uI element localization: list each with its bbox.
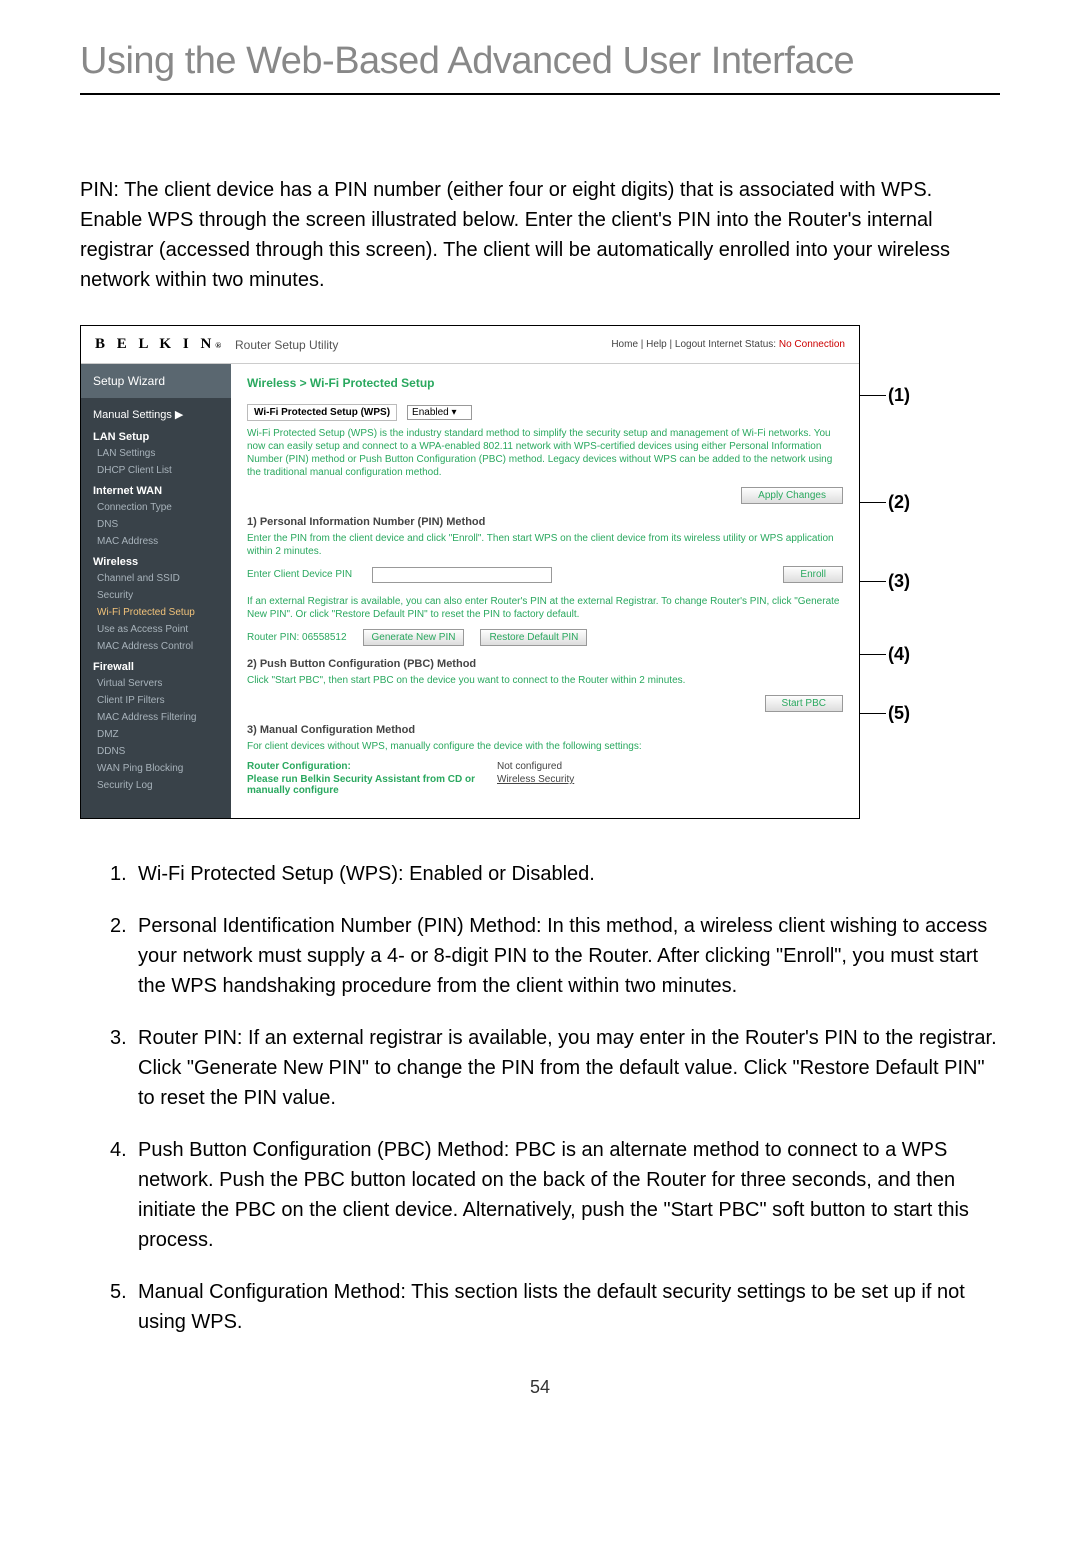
restore-pin-button[interactable]: Restore Default PIN: [480, 629, 587, 646]
sidebar-item[interactable]: Security Log: [81, 777, 231, 794]
pin-label: Enter Client Device PIN: [247, 569, 352, 580]
callout-4: (4): [888, 644, 910, 665]
generate-pin-button[interactable]: Generate New PIN: [363, 629, 465, 646]
pin-input[interactable]: [372, 567, 552, 583]
page-title: Using the Web-Based Advanced User Interf…: [80, 40, 1000, 83]
page-number: 54: [80, 1377, 1000, 1398]
sidebar-item[interactable]: WAN Ping Blocking: [81, 760, 231, 777]
wireless-security-link[interactable]: Wireless Security: [497, 774, 574, 796]
sidebar: Setup Wizard Manual Settings ▶ LAN Setup…: [81, 364, 231, 818]
sidebar-item[interactable]: DHCP Client List: [81, 462, 231, 479]
brand-logo: B E L K I N®: [95, 336, 235, 353]
enroll-button[interactable]: Enroll: [783, 566, 843, 583]
sidebar-item[interactable]: Connection Type: [81, 499, 231, 516]
sidebar-item[interactable]: DDNS: [81, 743, 231, 760]
utility-title: Router Setup Utility: [235, 338, 611, 352]
section3-title: 3) Manual Configuration Method: [247, 724, 843, 736]
list-item: 4.Push Button Configuration (PBC) Method…: [110, 1135, 1000, 1255]
list-item: 2.Personal Identification Number (PIN) M…: [110, 911, 1000, 1001]
breadcrumb: Wireless > Wi-Fi Protected Setup: [247, 376, 843, 390]
router-pin-label: Router PIN: 06558512: [247, 632, 347, 643]
sidebar-firewall-header: Firewall: [81, 655, 231, 675]
status-no-connection: No Connection: [779, 339, 845, 350]
sidebar-item[interactable]: MAC Address Filtering: [81, 709, 231, 726]
sidebar-item[interactable]: Security: [81, 587, 231, 604]
section2-desc: Click "Start PBC", then start PBC on the…: [247, 674, 843, 687]
list-item: 1.Wi-Fi Protected Setup (WPS): Enabled o…: [110, 859, 1000, 889]
screenshot-header: B E L K I N® Router Setup Utility Home |…: [81, 326, 859, 364]
section1-title: 1) Personal Information Number (PIN) Met…: [247, 516, 843, 528]
sidebar-item[interactable]: MAC Address: [81, 533, 231, 550]
section1-desc: Enter the PIN from the client device and…: [247, 532, 843, 558]
screenshot-container: B E L K I N® Router Setup Utility Home |…: [80, 325, 1000, 819]
sidebar-wireless-header: Wireless: [81, 550, 231, 570]
top-links: Home | Help | Logout Internet Status: No…: [611, 339, 845, 350]
sidebar-setup-wizard[interactable]: Setup Wizard: [81, 364, 231, 398]
sidebar-item[interactable]: Use as Access Point: [81, 621, 231, 638]
router-config-label: Router Configuration:: [247, 761, 477, 772]
list-item: 5.Manual Configuration Method: This sect…: [110, 1277, 1000, 1337]
assistant-label: Please run Belkin Security Assistant fro…: [247, 774, 477, 796]
section2-title: 2) Push Button Configuration (PBC) Metho…: [247, 658, 843, 670]
sidebar-item[interactable]: MAC Address Control: [81, 638, 231, 655]
wps-select[interactable]: Enabled ▾: [407, 405, 472, 420]
apply-changes-button[interactable]: Apply Changes: [741, 487, 843, 504]
callout-2: (2): [888, 492, 910, 513]
wps-description: Wi-Fi Protected Setup (WPS) is the indus…: [247, 427, 843, 479]
callout-5: (5): [888, 703, 910, 724]
router-screenshot: B E L K I N® Router Setup Utility Home |…: [80, 325, 860, 819]
sidebar-item[interactable]: Client IP Filters: [81, 692, 231, 709]
sidebar-wan-header: Internet WAN: [81, 479, 231, 499]
registrar-desc: If an external Registrar is available, y…: [247, 595, 843, 621]
start-pbc-button[interactable]: Start PBC: [765, 695, 843, 712]
section3-desc: For client devices without WPS, manually…: [247, 740, 843, 753]
wps-label: Wi-Fi Protected Setup (WPS): [247, 404, 397, 421]
ordered-list: 1.Wi-Fi Protected Setup (WPS): Enabled o…: [110, 859, 1000, 1337]
sidebar-lan-header: LAN Setup: [81, 425, 231, 445]
callout-3: (3): [888, 571, 910, 592]
intro-paragraph: PIN: The client device has a PIN number …: [80, 175, 1000, 295]
sidebar-item[interactable]: Channel and SSID: [81, 570, 231, 587]
router-config-value: Not configured: [497, 761, 562, 772]
sidebar-item-wps[interactable]: Wi-Fi Protected Setup: [81, 604, 231, 621]
list-item: 3.Router PIN: If an external registrar i…: [110, 1023, 1000, 1113]
sidebar-item[interactable]: LAN Settings: [81, 445, 231, 462]
sidebar-item[interactable]: Virtual Servers: [81, 675, 231, 692]
content-pane: Wireless > Wi-Fi Protected Setup Wi-Fi P…: [231, 364, 859, 818]
sidebar-item[interactable]: DNS: [81, 516, 231, 533]
title-underline: [80, 93, 1000, 95]
sidebar-manual-settings[interactable]: Manual Settings ▶: [81, 398, 231, 425]
callout-1: (1): [888, 385, 910, 406]
sidebar-item[interactable]: DMZ: [81, 726, 231, 743]
callout-column: (1) (2) (3) (4) (5): [860, 325, 910, 819]
